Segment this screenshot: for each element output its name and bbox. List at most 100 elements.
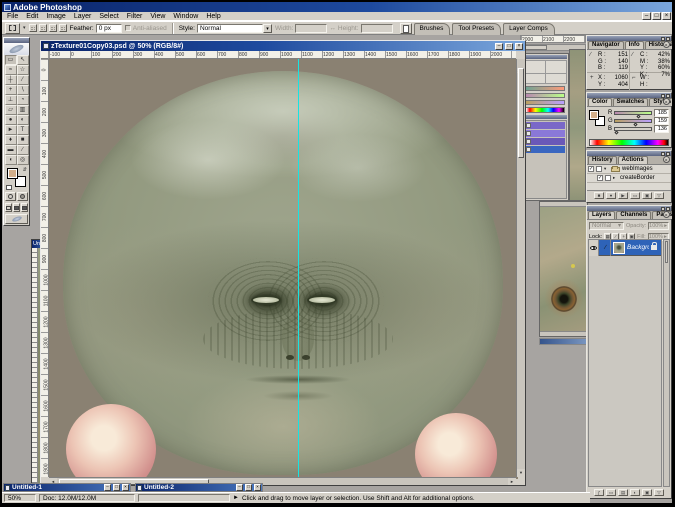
tab-actions[interactable]: Actions xyxy=(618,156,648,164)
style-select[interactable]: Normal ▾ xyxy=(197,24,272,33)
vertical-scrollbar[interactable]: ▲ ▼ xyxy=(516,59,525,477)
minimize-button[interactable]: – xyxy=(642,12,651,20)
palette-well-tab[interactable]: Layer Comps xyxy=(503,23,555,35)
doc-close-button[interactable]: × xyxy=(254,484,261,491)
canvas[interactable] xyxy=(49,59,518,479)
doc-close-button[interactable]: × xyxy=(122,484,129,491)
fullscreen-menubar-button[interactable] xyxy=(13,203,20,212)
minimized-doc-untitled-1[interactable]: Untitled-1 – □ × xyxy=(3,483,131,492)
palette-well-tab[interactable]: Brushes xyxy=(414,23,451,35)
doc-minimize-button[interactable]: – xyxy=(495,43,503,50)
palette-menu-icon[interactable]: ▸ xyxy=(663,98,670,105)
texture-document-sliver[interactable] xyxy=(569,49,586,201)
tab-color[interactable]: Color xyxy=(588,98,612,106)
layers-button-layer-mask[interactable]: ▭ xyxy=(606,489,616,496)
tool-pen[interactable]: ♦ xyxy=(5,135,17,145)
action-dialog-toggle[interactable] xyxy=(596,166,602,172)
action-dialog-toggle[interactable] xyxy=(605,175,611,181)
layers-button-layer-style[interactable]: ƒ xyxy=(594,489,604,496)
tool-path-selection[interactable]: ► xyxy=(5,125,17,135)
layers-button-delete-layer[interactable]: ▽ xyxy=(654,489,664,496)
close-button[interactable]: × xyxy=(662,12,671,20)
tool-dodge[interactable]: ◐ xyxy=(17,115,29,125)
expand-arrow-icon[interactable]: ▾ xyxy=(604,166,609,172)
expand-arrow-icon[interactable]: ▸ xyxy=(613,175,618,181)
vertical-scroll-thumb[interactable] xyxy=(518,68,524,158)
palette-collapse-icon[interactable] xyxy=(661,94,665,98)
feather-input[interactable]: 0 px xyxy=(96,24,122,33)
link-dimensions-icon[interactable]: ↔ xyxy=(329,25,336,32)
tab-navigator[interactable]: Navigator xyxy=(588,41,624,49)
slider-track[interactable] xyxy=(614,119,652,123)
antialiased-checkbox[interactable] xyxy=(125,25,131,31)
tool-clone-stamp[interactable]: ⊥ xyxy=(5,95,17,105)
actions-button-delete[interactable]: ▽ xyxy=(654,192,664,199)
selection-new-button[interactable] xyxy=(29,24,37,32)
doc-maximize-button[interactable]: □ xyxy=(113,484,120,491)
menu-item[interactable]: Image xyxy=(42,12,69,21)
tool-rectangular-marquee[interactable]: ▭ xyxy=(5,55,17,65)
doc-close-button[interactable]: × xyxy=(515,43,523,50)
actions-button-stop[interactable]: ■ xyxy=(594,192,604,199)
tool-lasso[interactable]: ≈ xyxy=(5,65,17,75)
menu-item[interactable]: Filter xyxy=(123,12,147,21)
layers-button-new-layer[interactable]: ▣ xyxy=(642,489,652,496)
horizontal-ruler[interactable]: -100010020030040050060070080090010001100… xyxy=(49,51,516,59)
action-row-createborder[interactable]: ✓ ▸ createBorder xyxy=(587,174,671,183)
tab-swatches[interactable]: Swatches xyxy=(613,98,649,106)
style-dropdown-icon[interactable]: ▾ xyxy=(263,24,272,33)
swap-colors-icon[interactable]: ⇵ xyxy=(23,167,27,173)
slider-value[interactable]: 159 xyxy=(654,117,669,125)
tool-gradient[interactable]: ▥ xyxy=(17,105,29,115)
slider-value[interactable]: 185 xyxy=(654,109,669,117)
actions-button-record[interactable]: ● xyxy=(606,192,616,199)
action-row-webimages[interactable]: ✓ ▾ webImages xyxy=(587,165,671,174)
scroll-down-icon[interactable]: ▼ xyxy=(517,469,525,477)
menu-item[interactable]: Edit xyxy=(22,12,42,21)
layers-scroll-thumb[interactable] xyxy=(665,241,668,263)
eye-texture-document[interactable] xyxy=(539,201,588,337)
slider-value[interactable]: 136 xyxy=(654,125,669,133)
maximize-button[interactable]: □ xyxy=(652,12,661,20)
palette-well-tab[interactable]: Tool Presets xyxy=(452,23,501,35)
doc-minimize-button[interactable]: – xyxy=(104,484,111,491)
tool-slice[interactable]: ⁄ xyxy=(17,75,29,85)
menu-item[interactable]: Help xyxy=(202,12,224,21)
doc-size-readout[interactable]: Doc: 12.0M/12.0M xyxy=(39,494,135,502)
selection-subtract-button[interactable] xyxy=(49,24,57,32)
tool-type[interactable]: T xyxy=(17,125,29,135)
height-input[interactable] xyxy=(361,24,393,33)
tab-info[interactable]: Info xyxy=(625,41,644,49)
spectrum-ramp[interactable] xyxy=(589,139,669,146)
menu-item[interactable]: View xyxy=(146,12,169,21)
tool-healing-brush[interactable]: + xyxy=(5,85,17,95)
layers-button-layer-set[interactable]: ▤ xyxy=(618,489,628,496)
doc-maximize-button[interactable]: □ xyxy=(245,484,252,491)
tool-notes[interactable]: ▬ xyxy=(5,145,17,155)
blend-mode-select[interactable]: Normal ▾ xyxy=(589,222,624,230)
menu-item[interactable]: File xyxy=(3,12,22,21)
foreground-color-swatch[interactable] xyxy=(7,168,18,179)
quick-mask-mode-button[interactable] xyxy=(17,192,28,201)
selection-intersect-button[interactable] xyxy=(59,24,67,32)
standard-mode-button[interactable] xyxy=(5,192,16,201)
tool-shape[interactable]: ■ xyxy=(17,135,29,145)
tool-blur[interactable]: ● xyxy=(5,115,17,125)
minimized-doc-untitled-2[interactable]: Untitled-2 – □ × xyxy=(135,483,263,492)
fullscreen-button[interactable] xyxy=(21,203,28,212)
standard-screen-button[interactable] xyxy=(5,203,12,212)
slider-track[interactable] xyxy=(614,111,652,115)
tool-eraser[interactable]: ▱ xyxy=(5,105,17,115)
visibility-toggle[interactable] xyxy=(589,240,599,256)
tool-magic-wand[interactable]: ☆ xyxy=(17,65,29,75)
jump-to-imageready-button[interactable] xyxy=(5,214,28,224)
tool-hand[interactable]: ◖ xyxy=(5,155,17,165)
layers-scrollbar[interactable] xyxy=(663,239,670,487)
scroll-right-icon[interactable]: ► xyxy=(508,478,516,485)
selection-add-button[interactable] xyxy=(39,24,47,32)
doc-minimize-button[interactable]: – xyxy=(236,484,243,491)
tool-history-brush[interactable]: ◔ xyxy=(17,95,29,105)
document-title-bar[interactable]: zTexture01Copy03.psd @ 50% (RGB/8#) – □ … xyxy=(41,41,525,51)
tool-eyedropper[interactable]: ∕ xyxy=(17,145,29,155)
app-title-bar[interactable]: Adobe Photoshop xyxy=(2,2,672,12)
